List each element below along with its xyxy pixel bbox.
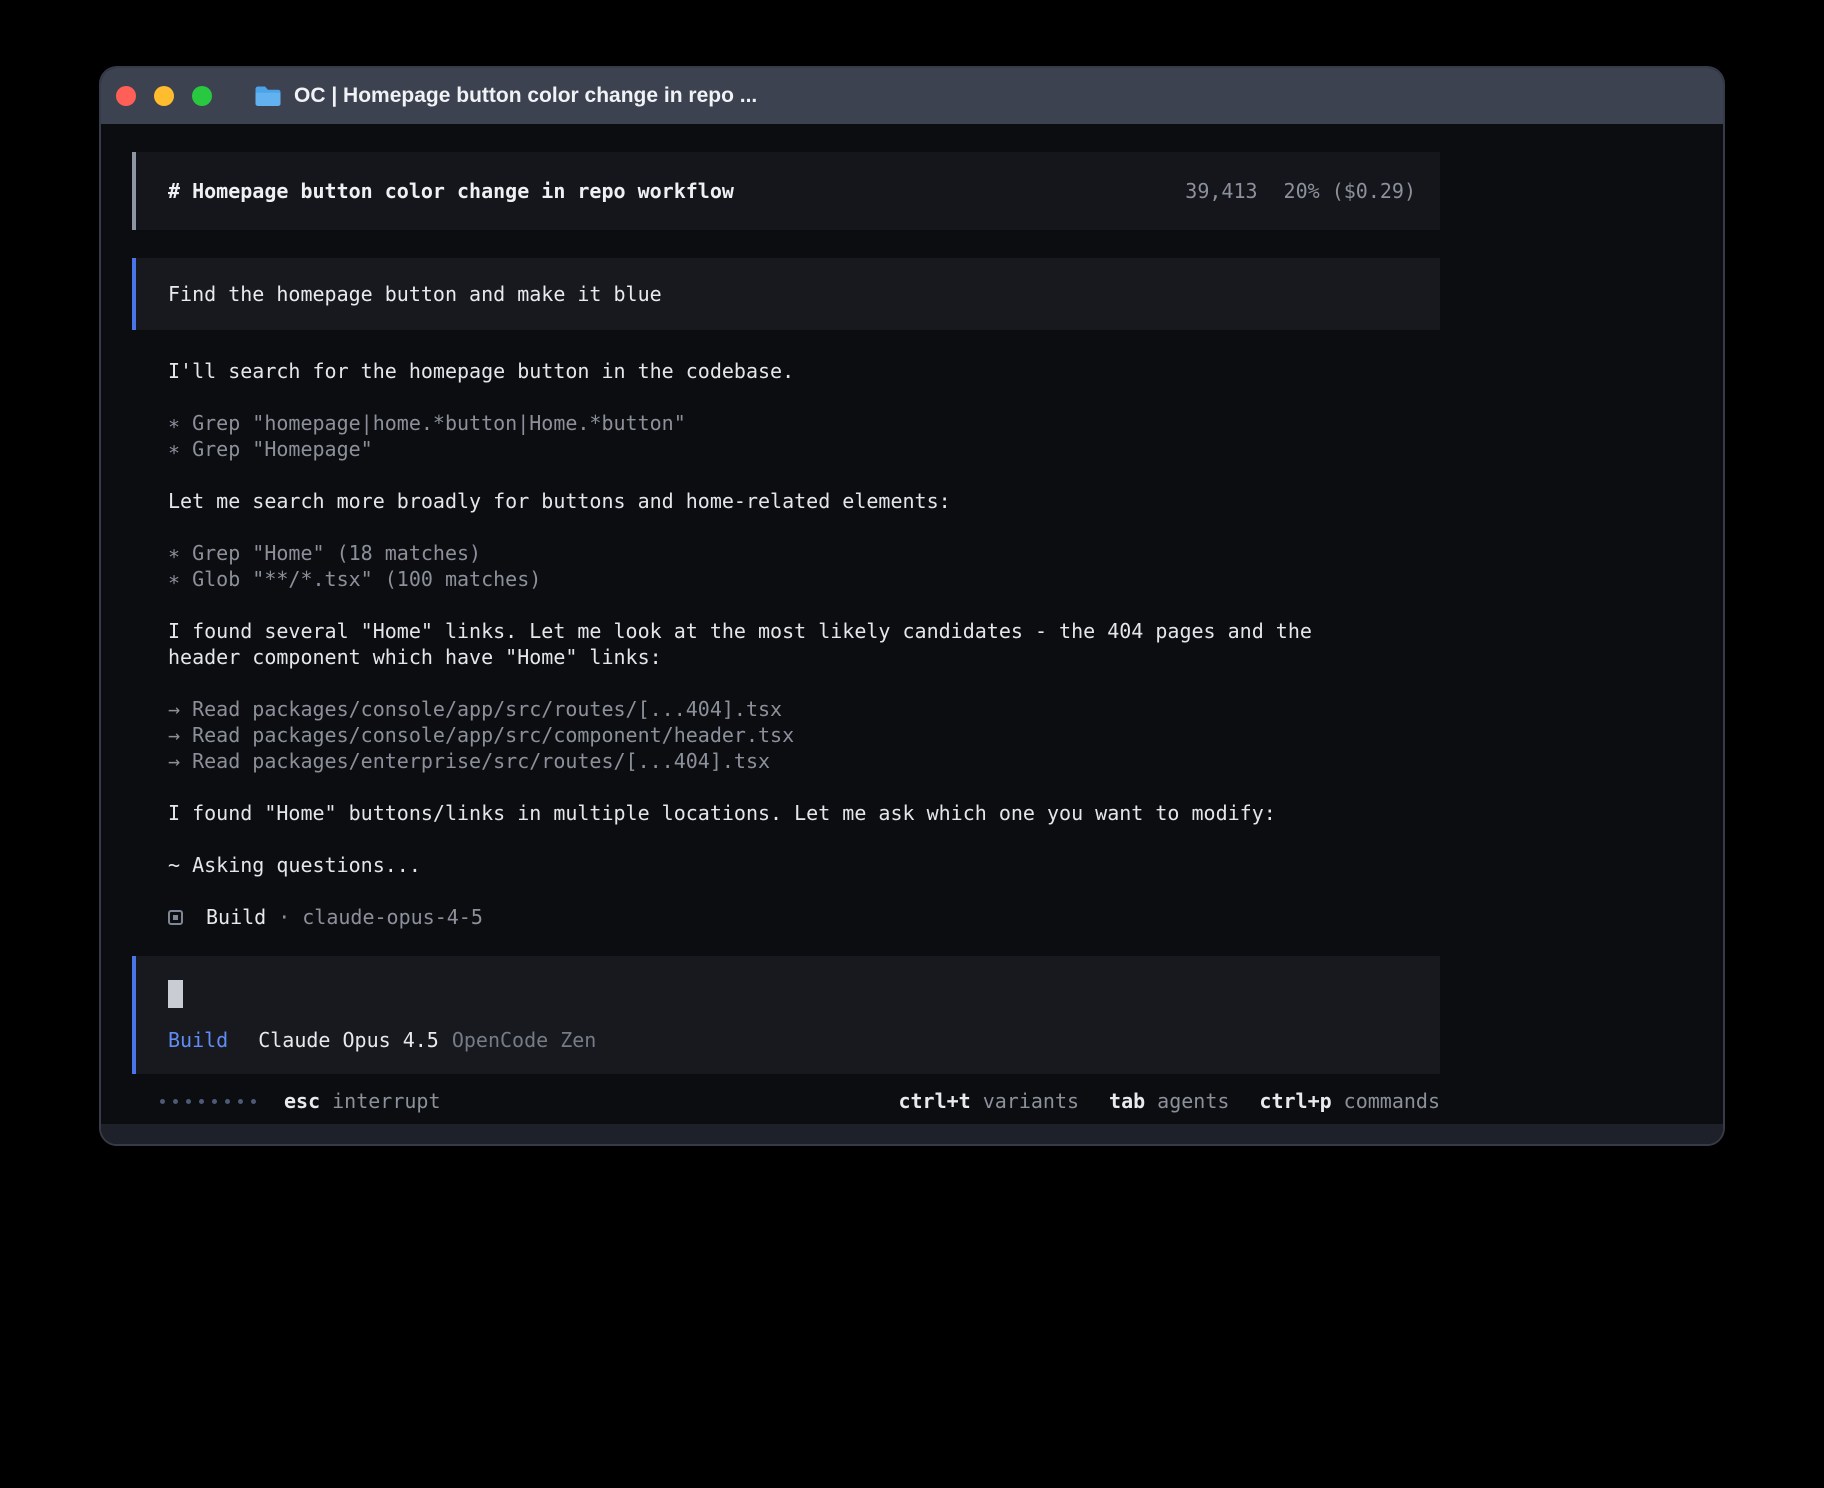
window-controls xyxy=(116,86,230,106)
keybind-interrupt: esc interrupt xyxy=(284,1088,441,1114)
square-badge-icon xyxy=(168,910,183,925)
tool-call-group: ∗ Grep "homepage|home.*button|Home.*butt… xyxy=(168,410,1723,462)
keybind-label: commands xyxy=(1344,1089,1440,1113)
keybind-key: tab xyxy=(1109,1089,1145,1113)
tool-call-read: → Read packages/console/app/src/routes/[… xyxy=(168,696,1723,722)
folder-icon xyxy=(254,85,282,107)
window-title: OC | Homepage button color change in rep… xyxy=(294,84,757,108)
spinner-dot xyxy=(238,1099,243,1104)
agent-status: Build · claude-opus-4-5 xyxy=(168,904,1723,930)
mode-label: Build xyxy=(168,1028,228,1052)
input-line[interactable] xyxy=(168,980,1440,1008)
keybind-key: ctrl+p xyxy=(1259,1089,1331,1113)
agent-model: claude-opus-4-5 xyxy=(302,904,483,930)
keybind-key: ctrl+t xyxy=(898,1089,970,1113)
status-bar-left: esc interrupt xyxy=(132,1088,441,1114)
close-button[interactable] xyxy=(116,86,136,106)
minimize-button[interactable] xyxy=(154,86,174,106)
terminal-window: OC | Homepage button color change in rep… xyxy=(99,66,1725,1146)
maximize-button[interactable] xyxy=(192,86,212,106)
spinner-dot xyxy=(186,1099,191,1104)
tool-call-group: ∗ Grep "Home" (18 matches) ∗ Glob "**/*.… xyxy=(168,540,1723,592)
keybind-label: interrupt xyxy=(332,1089,440,1113)
token-count: 39,413 xyxy=(1185,179,1257,203)
session-title: # Homepage button color change in repo w… xyxy=(168,179,734,203)
keybind-label: variants xyxy=(983,1089,1079,1113)
user-message-text: Find the homepage button and make it blu… xyxy=(168,282,662,306)
spinner-dot xyxy=(212,1099,217,1104)
tool-call-grep: ∗ Grep "homepage|home.*button|Home.*butt… xyxy=(168,410,1723,436)
provider-label: OpenCode Zen xyxy=(452,1028,597,1052)
block-cursor xyxy=(168,980,183,1008)
spinner-dot xyxy=(160,1099,165,1104)
tool-call-group: → Read packages/console/app/src/routes/[… xyxy=(168,696,1723,774)
status-bar-right: ctrl+t variants tab agents ctrl+p commands xyxy=(898,1088,1440,1114)
user-message: Find the homepage button and make it blu… xyxy=(132,258,1440,330)
tool-call-read: → Read packages/enterprise/src/routes/[.… xyxy=(168,748,1723,774)
spinner-dot xyxy=(225,1099,230,1104)
keybind-agents: tab agents xyxy=(1109,1088,1229,1114)
model-label: Claude Opus 4.5 xyxy=(258,1028,439,1052)
input-meta: Build Claude Opus 4.5 OpenCode Zen xyxy=(168,1028,1440,1052)
terminal-content[interactable]: # Homepage button color change in repo w… xyxy=(101,124,1723,1114)
tool-call-grep: ∗ Grep "Homepage" xyxy=(168,436,1723,462)
session-header: # Homepage button color change in repo w… xyxy=(132,152,1440,230)
status-line: ~ Asking questions... xyxy=(168,852,1438,878)
keybind-key: esc xyxy=(284,1089,320,1113)
assistant-text: I found "Home" buttons/links in multiple… xyxy=(168,800,1438,826)
agent-separator: · xyxy=(278,904,290,930)
session-stats: 39,413 20% ($0.29) xyxy=(1185,179,1416,203)
tool-call-read: → Read packages/console/app/src/componen… xyxy=(168,722,1723,748)
prompt-input[interactable]: Build Claude Opus 4.5 OpenCode Zen xyxy=(132,956,1440,1074)
assistant-text: I'll search for the homepage button in t… xyxy=(168,358,1438,384)
tool-call-grep: ∗ Grep "Home" (18 matches) xyxy=(168,540,1723,566)
spinner xyxy=(160,1099,264,1104)
assistant-text: Let me search more broadly for buttons a… xyxy=(168,488,1438,514)
keybind-label: agents xyxy=(1157,1089,1229,1113)
spinner-dot xyxy=(251,1099,256,1104)
spinner-dot xyxy=(173,1099,178,1104)
spinner-dot xyxy=(199,1099,204,1104)
keybind-commands: ctrl+p commands xyxy=(1259,1088,1440,1114)
tool-call-glob: ∗ Glob "**/*.tsx" (100 matches) xyxy=(168,566,1723,592)
assistant-text: I found several "Home" links. Let me loo… xyxy=(168,618,1438,670)
agent-name: Build xyxy=(206,904,266,930)
context-percent-cost: 20% ($0.29) xyxy=(1284,179,1416,203)
window-titlebar[interactable]: OC | Homepage button color change in rep… xyxy=(101,68,1723,124)
status-bar: esc interrupt ctrl+t variants tab agents ct… xyxy=(132,1088,1440,1114)
window-bottom-edge xyxy=(101,1124,1723,1144)
keybind-variants: ctrl+t variants xyxy=(898,1088,1079,1114)
